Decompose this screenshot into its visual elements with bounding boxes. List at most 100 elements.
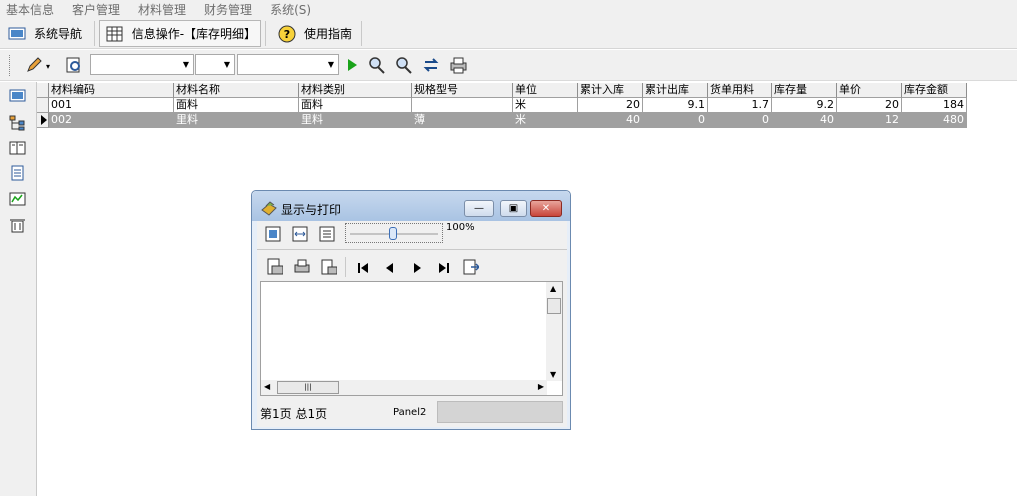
cell-code[interactable]: 001	[49, 98, 174, 113]
last-page-icon[interactable]	[435, 259, 452, 276]
cell-category[interactable]: 面料	[299, 98, 412, 113]
cell-stock-amount[interactable]: 184	[902, 98, 967, 113]
zoom-percent: 100%	[446, 222, 475, 233]
header-spec[interactable]: 规格型号	[412, 83, 513, 98]
nav-separator	[361, 21, 362, 46]
table-row-selected[interactable]: 002 里料 里料 薄 米 40 0 0 40 12 480	[37, 113, 967, 128]
cell-stock-amount[interactable]: 480	[902, 113, 967, 128]
cell-spec[interactable]: 薄	[412, 113, 513, 128]
edit-pencil-icon[interactable]	[24, 55, 44, 75]
cell-spec[interactable]	[412, 98, 513, 113]
trash-icon[interactable]	[9, 217, 26, 233]
row-indicator[interactable]	[37, 113, 49, 128]
header-unit-price[interactable]: 单价	[837, 83, 902, 98]
vertical-scrollbar[interactable]: ▲ ▼	[546, 282, 562, 381]
print-icon[interactable]	[448, 55, 468, 75]
cell-total-out[interactable]: 0	[643, 113, 708, 128]
zoom-slider[interactable]	[345, 223, 443, 243]
tree-icon[interactable]	[9, 115, 26, 131]
cell-total-in[interactable]: 20	[578, 98, 643, 113]
nav-bar: 系统导航 信息操作-【库存明细】 ? 使用指南	[0, 18, 1017, 49]
menu-finance[interactable]: 财务管理	[204, 1, 252, 18]
preview-area[interactable]: ▲ ▼ ◀ ||| ▶	[260, 281, 563, 396]
chevron-down-icon[interactable]: ▼	[220, 55, 234, 74]
header-material-category[interactable]: 材料类别	[299, 83, 412, 98]
find-icon[interactable]	[367, 55, 387, 75]
field-combo[interactable]: ▼	[90, 54, 194, 75]
operator-combo[interactable]: ▼	[195, 54, 235, 75]
cell-name[interactable]: 面料	[174, 98, 299, 113]
document-icon[interactable]	[9, 165, 26, 181]
cell-code[interactable]: 002	[49, 113, 174, 128]
header-stock-amount[interactable]: 库存金额	[902, 83, 967, 98]
chevron-down-icon[interactable]: ▼	[324, 55, 338, 74]
dialog-divider	[257, 249, 567, 250]
svg-text:?: ?	[284, 28, 290, 41]
cell-unit-price[interactable]: 20	[837, 98, 902, 113]
page-setup-icon[interactable]	[266, 258, 283, 275]
monitor-icon[interactable]	[9, 88, 26, 104]
header-unit[interactable]: 单位	[513, 83, 578, 98]
vertical-scroll-thumb[interactable]	[547, 298, 561, 314]
system-nav-button[interactable]: 系统导航	[2, 20, 88, 47]
actual-size-icon[interactable]	[318, 225, 335, 242]
menu-basic-info[interactable]: 基本信息	[6, 1, 54, 18]
table-row[interactable]: 001 面料 面料 米 20 9.1 1.7 9.2 20 184	[37, 98, 967, 113]
maximize-button[interactable]: ▣	[500, 200, 527, 217]
cell-unit[interactable]: 米	[513, 98, 578, 113]
previous-page-icon[interactable]	[381, 259, 398, 276]
first-page-icon[interactable]	[354, 259, 371, 276]
horizontal-scroll-thumb[interactable]: |||	[277, 381, 339, 394]
header-total-in[interactable]: 累计入库	[578, 83, 643, 98]
guide-button[interactable]: ? 使用指南	[272, 20, 358, 47]
next-page-icon[interactable]	[408, 259, 425, 276]
value-combo[interactable]: ▼	[237, 54, 339, 75]
cell-order-usage[interactable]: 0	[708, 113, 772, 128]
header-total-out[interactable]: 累计出库	[643, 83, 708, 98]
print-icon[interactable]	[293, 258, 310, 275]
tab-info-operation[interactable]: 信息操作-【库存明细】	[99, 20, 261, 47]
cell-total-out[interactable]: 9.1	[643, 98, 708, 113]
cell-total-in[interactable]: 40	[578, 113, 643, 128]
cell-stock-qty[interactable]: 9.2	[772, 98, 837, 113]
exit-preview-icon[interactable]	[462, 258, 479, 275]
panel-label: Panel2	[393, 407, 427, 418]
cell-unit[interactable]: 米	[513, 113, 578, 128]
system-nav-label: 系统导航	[34, 27, 83, 41]
chart-icon[interactable]	[9, 191, 26, 207]
printer-app-icon	[261, 201, 277, 216]
cell-category[interactable]: 里料	[299, 113, 412, 128]
row-indicator[interactable]	[37, 98, 49, 113]
cell-unit-price[interactable]: 12	[837, 113, 902, 128]
menu-material[interactable]: 材料管理	[138, 1, 186, 18]
zoom-slider-thumb[interactable]	[389, 227, 397, 240]
cell-stock-qty[interactable]: 40	[772, 113, 837, 128]
scroll-left-icon[interactable]: ◀	[264, 382, 270, 391]
find-next-icon[interactable]	[394, 55, 414, 75]
cell-name[interactable]: 里料	[174, 113, 299, 128]
menu-customer[interactable]: 客户管理	[72, 1, 120, 18]
minimize-button[interactable]: —	[464, 200, 494, 217]
header-material-code[interactable]: 材料编码	[49, 83, 174, 98]
refresh-icon[interactable]	[421, 55, 441, 75]
cell-order-usage[interactable]: 1.7	[708, 98, 772, 113]
header-order-usage[interactable]: 货单用料	[708, 83, 772, 98]
scroll-down-icon[interactable]: ▼	[550, 370, 556, 379]
fit-page-icon[interactable]	[264, 225, 281, 242]
header-stock-qty[interactable]: 库存量	[772, 83, 837, 98]
fit-width-icon[interactable]	[291, 225, 308, 242]
close-button[interactable]: ✕	[530, 200, 562, 217]
horizontal-scrollbar[interactable]: ◀ ||| ▶	[261, 380, 547, 395]
preview-icon[interactable]	[64, 55, 84, 75]
dialog-title-bar[interactable]: 显示与打印 — ▣ ✕	[252, 191, 570, 221]
nav-separator	[94, 21, 95, 46]
scroll-right-icon[interactable]: ▶	[538, 382, 544, 391]
header-material-name[interactable]: 材料名称	[174, 83, 299, 98]
printer-setup-icon[interactable]	[320, 258, 337, 275]
scroll-up-icon[interactable]: ▲	[550, 284, 556, 293]
chevron-down-icon[interactable]: ▾	[46, 62, 50, 71]
menu-system[interactable]: 系统(S)	[270, 1, 311, 18]
run-query-icon[interactable]	[342, 55, 362, 75]
book-icon[interactable]	[9, 140, 26, 156]
chevron-down-icon[interactable]: ▼	[179, 55, 193, 74]
